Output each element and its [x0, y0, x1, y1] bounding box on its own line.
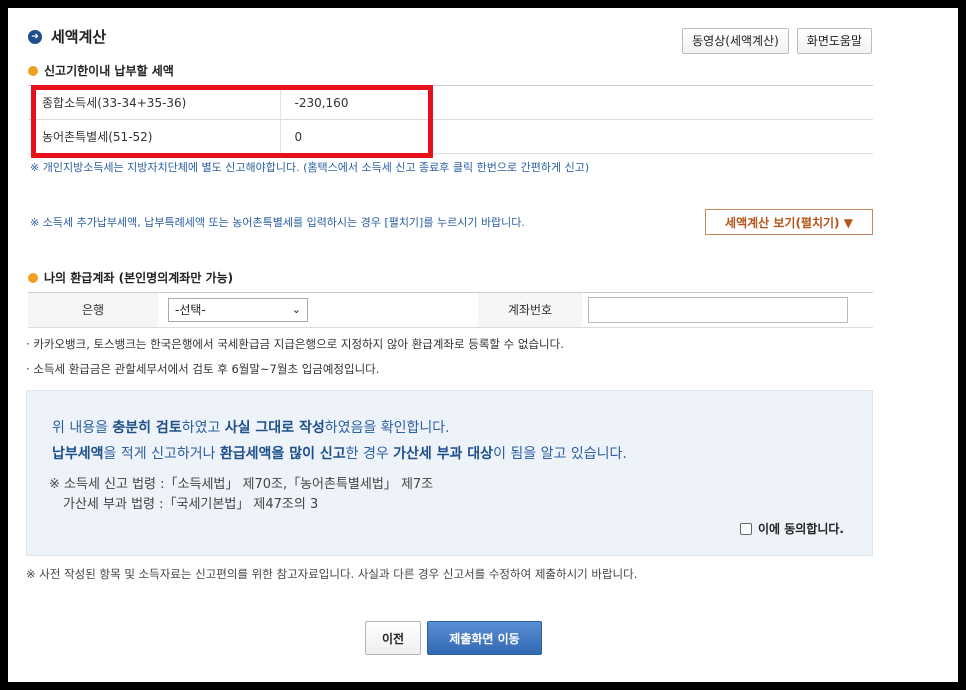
orange-bullet-icon: [28, 272, 38, 283]
dot-icon: ·: [26, 337, 30, 351]
bottom-button-group: 이전 제출화면 이동: [365, 621, 542, 655]
agree-label[interactable]: 이에 동의합니다.: [758, 520, 844, 537]
emphasis: 납부세액: [52, 446, 104, 462]
page: ➜ 세액계산 동영상(세액계산) 화면도움말 신고기한이내 납부할 세액 종합소…: [8, 8, 958, 682]
footer-note: ※ 사전 작성된 항목 및 소득자료는 신고편의를 위한 참고자료입니다. 사실…: [26, 567, 638, 581]
text: 이 됨을 알고 있습니다.: [493, 446, 627, 462]
text: 하였고: [181, 420, 225, 436]
confirm-statement-2: 납부세액을 적게 신고하거나 환급세액을 많이 신고한 경우 가산세 부과 대상…: [52, 443, 627, 463]
emphasis: 을 많이 신고: [271, 446, 346, 462]
help-button[interactable]: 화면도움말: [796, 28, 872, 54]
emphasis: 사실 그대로 작성: [224, 420, 325, 436]
bank-selected-value: -선택-: [175, 303, 206, 317]
checkbox-icon[interactable]: [739, 522, 752, 535]
emphasis: 환급세액: [219, 446, 272, 462]
bank-select[interactable]: -선택- ⌄: [168, 298, 308, 322]
local-tax-note: ※ 개인지방소득세는 지방자치단체에 별도 신고해야합니다. (홈택스에서 소득…: [30, 161, 590, 174]
refund-note-kakao: · 카카오뱅크, 토스뱅크는 한국은행에서 국세환급금 지급은행으로 지정하지 …: [26, 336, 564, 352]
refund-section-title: 나의 환급계좌 (본인명의계좌만 가능): [28, 269, 233, 286]
refund-note-schedule: · 소득세 환급금은 관할세무서에서 검토 후 6월말~7월초 입금예정입니다.: [26, 361, 379, 377]
confirm-statement-1: 위 내용을 충분히 검토하였고 사실 그대로 작성하였음을 확인합니다.: [52, 417, 450, 437]
account-number-input[interactable]: [588, 297, 848, 323]
tax-section-title: 신고기한이내 납부할 세액: [28, 62, 174, 79]
chevron-down-icon: ⌄: [291, 303, 301, 316]
refund-account-row: 은행 -선택- ⌄ 계좌번호: [28, 292, 873, 328]
spread-note: ※ 소득세 추가납부세액, 납부특례세액 또는 농어촌특별세를 입력하시는 경우…: [30, 216, 525, 229]
text: 하였음을 확인합니다.: [324, 420, 450, 436]
income-tax-law-reference: ※ 소득세 신고 법령 :「소득세법」 제70조,「농어촌특별세법」 제7조: [49, 477, 434, 492]
page-title-row: ➜ 세액계산: [28, 26, 106, 47]
refund-section-title-text: 나의 환급계좌 (본인명의계좌만 가능): [44, 271, 234, 285]
emphasis: 가산세 부과 대상: [393, 446, 494, 462]
arrow-circle-icon: ➜: [28, 29, 42, 44]
orange-bullet-icon: [28, 65, 38, 76]
agree-checkbox[interactable]: 이에 동의합니다.: [739, 520, 844, 537]
text: 위 내용을: [52, 420, 113, 436]
tax-calc-spread-button[interactable]: 세액계산 보기(펼치기) ▼: [705, 209, 873, 235]
submit-move-button[interactable]: 제출화면 이동: [427, 621, 542, 655]
highlight-box: [31, 85, 433, 158]
video-button[interactable]: 동영상(세액계산): [682, 28, 789, 54]
top-button-group: 동영상(세액계산) 화면도움말: [682, 28, 872, 54]
page-title: 세액계산: [51, 28, 107, 46]
emphasis: 충분히 검토: [112, 420, 182, 436]
refund-note-text: 카카오뱅크, 토스뱅크는 한국은행에서 국세환급금 지급은행으로 지정하지 않아…: [33, 337, 564, 351]
text: 한 경우: [345, 446, 394, 462]
bank-label: 은행: [28, 293, 158, 327]
dot-icon: ·: [26, 362, 30, 376]
confirmation-box: 위 내용을 충분히 검토하였고 사실 그대로 작성하였음을 확인합니다. 납부세…: [26, 390, 873, 556]
text: 을 적게 신고하거나: [103, 446, 220, 462]
prev-button[interactable]: 이전: [365, 621, 421, 655]
refund-note-text: 소득세 환급금은 관할세무서에서 검토 후 6월말~7월초 입금예정입니다.: [33, 362, 380, 376]
penalty-law-reference: 가산세 부과 법령 :「국세기본법」 제47조의 3: [63, 497, 319, 512]
tax-section-title-text: 신고기한이내 납부할 세액: [44, 64, 174, 78]
account-number-label: 계좌번호: [478, 293, 582, 327]
